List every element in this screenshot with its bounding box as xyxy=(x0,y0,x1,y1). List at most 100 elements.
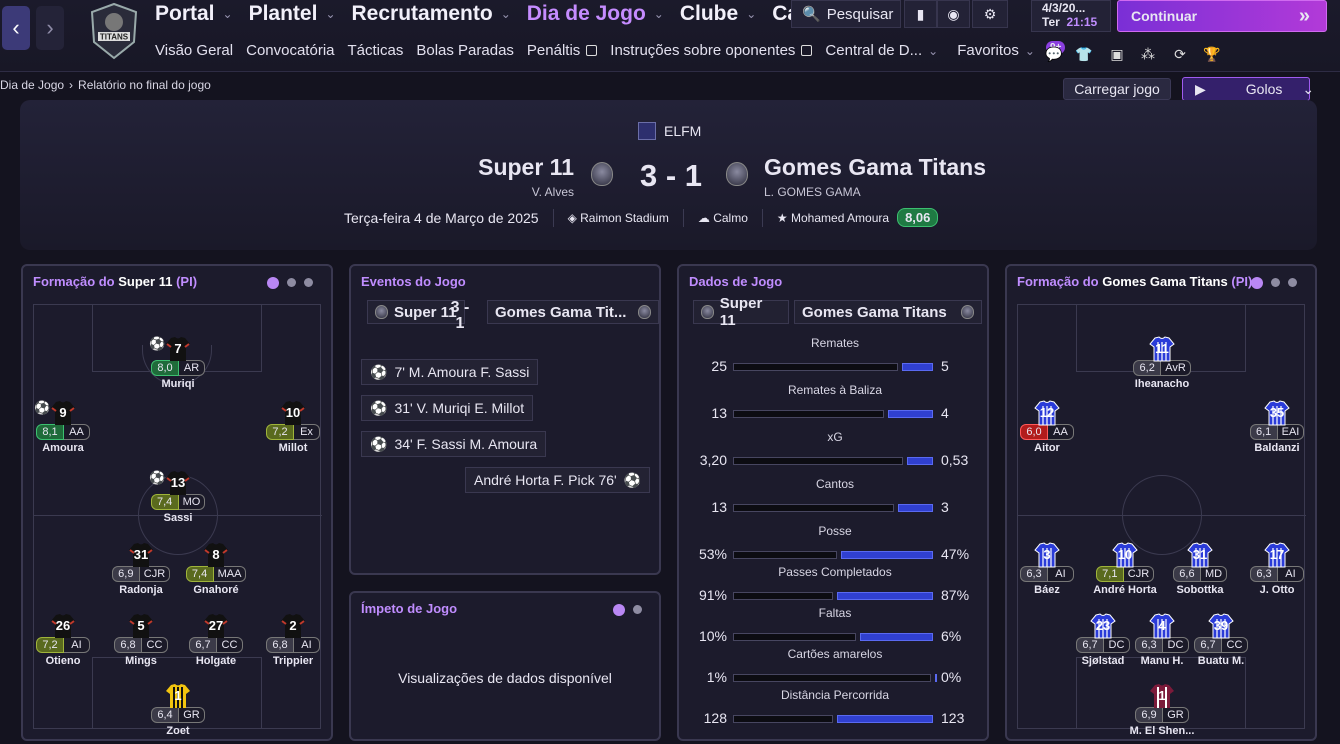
search-button[interactable]: 🔍 Pesquisar xyxy=(791,0,901,28)
date-display[interactable]: 4/3/20... Ter 21:15 xyxy=(1031,0,1111,32)
shirt-icon: 35 xyxy=(1264,400,1290,426)
player[interactable]: 17 6,3 AI J. Otto xyxy=(1241,542,1313,596)
stat-home-bar xyxy=(733,715,833,723)
stats-away-chip: Gomes Gama Titans xyxy=(794,300,982,324)
weather: Calmo xyxy=(713,210,748,225)
menu-3[interactable]: Dia de Jogo ⌄ xyxy=(527,2,664,26)
player-position: Ex xyxy=(294,424,320,440)
player[interactable]: 1 6,4 GR Zoet xyxy=(142,683,214,737)
shirt-icon[interactable]: 👕 xyxy=(1074,44,1094,64)
stat-home-value: 128 xyxy=(703,710,727,726)
back-button[interactable]: ‹ xyxy=(2,6,30,50)
menu-0[interactable]: Portal ⌄ xyxy=(155,2,233,26)
submenu-item[interactable]: Favoritos ⌄ xyxy=(957,42,1035,59)
events-away-name: Gomes Gama Tit... xyxy=(495,303,627,321)
goal-event[interactable]: ⚽ 34' F. Sassi M. Amoura xyxy=(361,431,547,457)
player-rating: 6,9 xyxy=(1135,707,1163,723)
player[interactable]: 8 7,4 MAA Gnahoré xyxy=(180,542,252,596)
player-position: EAI xyxy=(1277,424,1305,440)
continue-button[interactable]: Continuar » xyxy=(1117,0,1327,32)
goal-event[interactable]: André Horta F. Pick 76' ⚽ xyxy=(465,467,651,493)
player[interactable]: 3 6,3 AI Báez xyxy=(1011,542,1083,596)
player-rating: 6,4 xyxy=(151,707,179,723)
player[interactable]: 10 7,2 Ex Millot xyxy=(257,400,329,454)
player[interactable]: 10 7,1 CJR André Horta xyxy=(1089,542,1161,596)
menu-2[interactable]: Recrutamento ⌄ xyxy=(352,2,511,26)
submenu-item[interactable]: Convocatória xyxy=(246,42,334,59)
player[interactable]: 13 ⚽ 7,4 MO Sassi xyxy=(142,470,214,524)
breadcrumb-item[interactable]: Dia de Jogo xyxy=(0,78,64,92)
chat-icon[interactable]: 💬 xyxy=(1044,44,1064,64)
page-dots[interactable] xyxy=(1251,277,1297,289)
player[interactable]: 5 6,8 CC Mings xyxy=(105,613,177,667)
stat-away-value: 6% xyxy=(941,628,962,644)
player[interactable]: 31 6,9 CJR Radonja xyxy=(105,542,177,596)
player-position: CC xyxy=(142,637,168,653)
shirt-number: 27 xyxy=(208,618,224,633)
home-team-name[interactable]: Super 11 xyxy=(478,154,574,181)
player-position: MO xyxy=(178,494,206,510)
player[interactable]: 2 6,8 AI Trippier xyxy=(257,613,329,667)
load-game-button[interactable]: Carregar jogo xyxy=(1063,78,1171,100)
player[interactable]: 26 7,2 AI Otieno xyxy=(27,613,99,667)
man-of-the-match[interactable]: Mohamed Amoura xyxy=(791,211,889,225)
menu-4[interactable]: Clube ⌄ xyxy=(680,2,756,26)
player[interactable]: 7 ⚽ 8,0 AR Muriqi xyxy=(142,336,214,390)
player-position: AI xyxy=(64,637,90,653)
submenu-item[interactable]: Instruções sobre oponentes xyxy=(610,42,813,59)
stat-home-bar xyxy=(733,551,837,559)
forward-button[interactable]: › xyxy=(36,6,64,50)
ball-icon: ⚽ xyxy=(370,363,388,380)
submenu-item[interactable]: Tácticas xyxy=(348,42,404,59)
goals-dropdown[interactable]: ▶ Golos ⌄ xyxy=(1182,77,1314,101)
impetus-message: Visualizações de dados disponível xyxy=(398,670,612,686)
player[interactable]: 35 6,1 EAI Baldanzi xyxy=(1241,400,1313,454)
gear-icon[interactable]: ⚙ xyxy=(972,0,1008,28)
trophy-icon[interactable]: 🏆 xyxy=(1202,44,1222,64)
player-rating: 8,0 xyxy=(151,360,179,376)
player-rating: 6,3 xyxy=(1250,566,1278,582)
home-manager[interactable]: V. Alves xyxy=(532,185,574,199)
shirt-number: 10 xyxy=(1117,547,1133,562)
shirt-icon: 10 xyxy=(280,400,306,426)
staff-icon[interactable]: ⁂ xyxy=(1138,44,1158,64)
player[interactable]: 11 6,2 AvR Iheanacho xyxy=(1126,336,1198,390)
away-manager[interactable]: L. GOMES GAMA xyxy=(764,185,861,199)
player-name: M. El Shen... xyxy=(1129,725,1195,737)
goal-event[interactable]: ⚽ 7' M. Amoura F. Sassi xyxy=(361,359,539,385)
submenu-item[interactable]: Penáltis xyxy=(527,42,598,59)
stat-away-bar xyxy=(841,551,933,559)
globe-icon[interactable]: ◉ xyxy=(937,0,970,28)
submenu-item[interactable]: Central de D... ⌄ xyxy=(825,42,938,59)
submenu-item[interactable]: Bolas Paradas xyxy=(416,42,514,59)
goal-event[interactable]: ⚽ 31' V. Muriqi E. Millot xyxy=(361,395,534,421)
stat-home-bar xyxy=(733,633,856,641)
bookmark-icon[interactable]: ▮ xyxy=(904,0,937,28)
player-position: CC xyxy=(217,637,243,653)
player[interactable]: 31 6,6 MD Sobottka xyxy=(1164,542,1236,596)
away-crest-small xyxy=(961,305,974,319)
player[interactable]: 9 ⚽ 8,1 AA Amoura xyxy=(27,400,99,454)
menu-1[interactable]: Plantel ⌄ xyxy=(249,2,336,26)
external-link-icon xyxy=(586,45,598,56)
search-icon: 🔍 xyxy=(802,6,821,23)
page-dots[interactable] xyxy=(267,277,313,289)
submenu-item[interactable]: Visão Geral xyxy=(155,42,233,59)
home-crest-small xyxy=(375,305,388,319)
away-team-name[interactable]: Gomes Gama Titans xyxy=(764,154,986,181)
stat-row: 128 123 xyxy=(679,710,991,728)
page-dots[interactable] xyxy=(613,604,642,616)
player-position: AA xyxy=(1048,424,1074,440)
menu-label: Portal xyxy=(155,2,215,25)
player[interactable]: 1 6,9 GR M. El Shen... xyxy=(1126,683,1198,737)
continue-label: Continuar xyxy=(1131,8,1198,24)
stat-home-value: 53% xyxy=(698,546,727,562)
player[interactable]: 27 6,7 CC Holgate xyxy=(180,613,252,667)
refresh-icon[interactable]: ⟳ xyxy=(1170,44,1190,64)
shirt-number: 12 xyxy=(1039,405,1055,420)
player[interactable]: 39 6,7 CC Buatu M. xyxy=(1185,613,1257,667)
player-rating: 7,4 xyxy=(185,566,214,582)
player[interactable]: 12 6,0 AA Aitor xyxy=(1011,400,1083,454)
away-formation-panel: Formação do Gomes Gama Titans (PI) 11 6,2… xyxy=(1005,264,1317,741)
report-icon[interactable]: ▣ xyxy=(1107,44,1127,64)
